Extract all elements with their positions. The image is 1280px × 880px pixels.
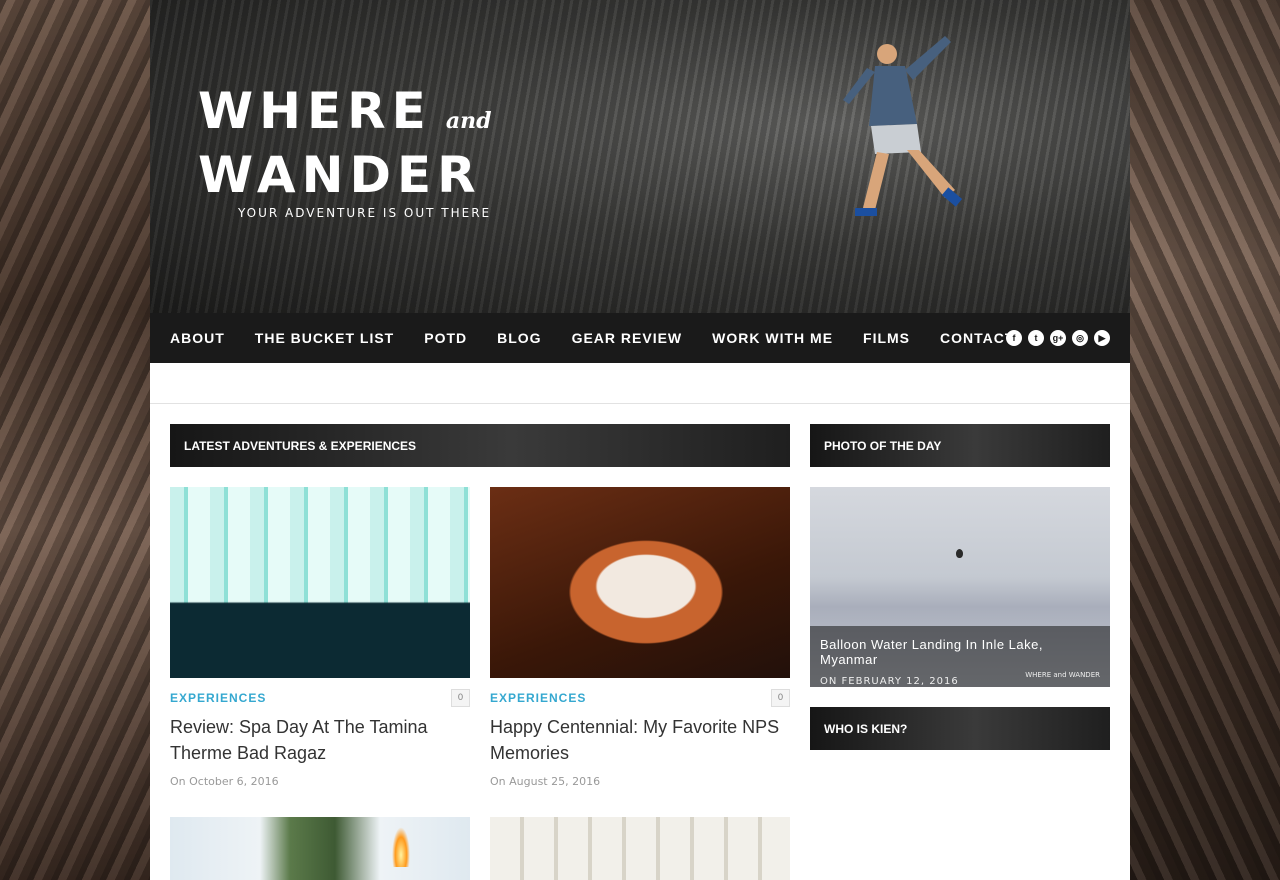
climber-photo <box>843 36 963 216</box>
post-thumbnail[interactable] <box>170 817 470 880</box>
header-hero: WHERE and WANDER YOUR ADVENTURE IS OUT TH… <box>150 0 1130 313</box>
post-thumbnail[interactable] <box>490 817 790 880</box>
post-category[interactable]: EXPERIENCES <box>490 691 586 705</box>
post-date: On August 25, 2016 <box>490 775 601 788</box>
sub-bar <box>150 363 1130 404</box>
latest-heading: LATEST ADVENTURES & EXPERIENCES <box>170 424 790 467</box>
balloon-icon <box>956 549 963 558</box>
youtube-icon[interactable]: ▶ <box>1094 330 1110 346</box>
who-is-kien-heading: WHO IS KIEN? <box>810 707 1110 750</box>
logo-line2: WANDER <box>198 146 482 204</box>
logo-line1: WHERE <box>198 82 432 140</box>
post-card <box>490 817 790 880</box>
post-card: EXPERIENCES 0 Happy Centennial: My Favor… <box>490 487 790 788</box>
facebook-icon[interactable]: f <box>1006 330 1022 346</box>
post-thumbnail[interactable] <box>170 487 470 678</box>
twitter-icon[interactable]: t <box>1028 330 1044 346</box>
nav-item-about[interactable]: ABOUT <box>170 330 225 346</box>
post-thumbnail[interactable] <box>490 487 790 678</box>
comment-count[interactable]: 0 <box>451 689 470 707</box>
site-tagline: YOUR ADVENTURE IS OUT THERE <box>238 206 492 220</box>
potd-heading: PHOTO OF THE DAY <box>810 424 1110 467</box>
potd-caption: Balloon Water Landing In Inle Lake, Myan… <box>810 626 1110 687</box>
potd-watermark: WHERE and WANDER <box>1025 671 1100 679</box>
logo-and: and <box>445 108 492 134</box>
background-rock-left <box>0 0 150 880</box>
instagram-icon[interactable]: ◎ <box>1072 330 1088 346</box>
social-links: f t g+ ◎ ▶ <box>1006 330 1110 346</box>
background-rock-right <box>1130 0 1280 880</box>
nav-item-work-with-me[interactable]: WORK WITH ME <box>712 330 833 346</box>
balloon-flame <box>392 827 410 867</box>
post-card: EXPERIENCES 0 Review: Spa Day At The Tam… <box>170 487 470 788</box>
nav-item-films[interactable]: FILMS <box>863 330 910 346</box>
site-logo[interactable]: WHERE and WANDER YOUR ADVENTURE IS OUT TH… <box>198 84 491 220</box>
nav-item-contact[interactable]: CONTACT <box>940 330 1014 346</box>
nav-item-gear-review[interactable]: GEAR REVIEW <box>572 330 683 346</box>
post-date: On October 6, 2016 <box>170 775 279 788</box>
nav-item-potd[interactable]: POTD <box>424 330 467 346</box>
potd-title[interactable]: Balloon Water Landing In Inle Lake, Myan… <box>820 637 1100 667</box>
post-title[interactable]: Happy Centennial: My Favorite NPS Memori… <box>490 714 790 766</box>
page-container: WHERE and WANDER YOUR ADVENTURE IS OUT TH… <box>150 0 1130 880</box>
post-category[interactable]: EXPERIENCES <box>170 691 266 705</box>
google-plus-icon[interactable]: g+ <box>1050 330 1066 346</box>
nav-item-bucket-list[interactable]: THE BUCKET LIST <box>255 330 394 346</box>
main-nav: ABOUT THE BUCKET LIST POTD BLOG GEAR REV… <box>150 313 1130 363</box>
photo-of-the-day[interactable]: Balloon Water Landing In Inle Lake, Myan… <box>810 487 1110 687</box>
comment-count[interactable]: 0 <box>771 689 790 707</box>
post-card <box>170 817 470 880</box>
post-title[interactable]: Review: Spa Day At The Tamina Therme Bad… <box>170 714 470 766</box>
nav-item-blog[interactable]: BLOG <box>497 330 541 346</box>
